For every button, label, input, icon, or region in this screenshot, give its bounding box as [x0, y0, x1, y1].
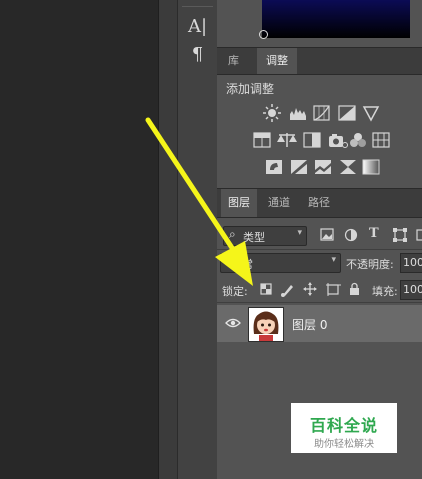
layer-name[interactable]: 图层 0	[292, 316, 327, 333]
paragraph-panel-icon[interactable]: ¶	[178, 44, 217, 65]
divider	[217, 249, 422, 250]
eye-icon[interactable]	[225, 318, 241, 328]
character-panel-icon[interactable]: A|	[178, 16, 217, 37]
lock-label: 锁定:	[222, 285, 248, 298]
levels-icon[interactable]	[290, 108, 306, 120]
fill-label: 填充:	[372, 285, 398, 298]
watermark-title: 百科全说	[309, 416, 378, 435]
watermark-badge: 百科全说 助你轻松解决	[291, 403, 397, 453]
shape-layer-filter-icon[interactable]	[393, 228, 407, 242]
tab-library[interactable]: 库	[217, 48, 250, 74]
opacity-label: 不透明度:	[346, 258, 394, 271]
chevron-down-icon: ▾	[297, 228, 302, 238]
pixel-layer-filter-icon[interactable]	[320, 228, 334, 241]
tab-paths[interactable]: 路径	[301, 189, 337, 217]
layer-filter-icons-2	[393, 228, 422, 242]
girl-avatar-thumbnail	[253, 311, 279, 341]
color-picker-field[interactable]	[262, 0, 410, 38]
adjustments-row-1	[263, 104, 380, 122]
document-canvas[interactable]	[0, 0, 158, 479]
layer-filter-value: 类型	[243, 231, 265, 244]
fill-input[interactable]: 100	[400, 280, 422, 300]
type-layer-filter-icon[interactable]: T	[369, 226, 379, 241]
lock-icons	[260, 282, 359, 297]
adjustments-row-3	[266, 159, 380, 175]
watermark-subtitle: 助你轻松解决	[314, 439, 374, 450]
layer-thumbnail	[248, 307, 284, 342]
chevron-down-icon: ▾	[331, 255, 336, 265]
threshold-icon[interactable]	[315, 160, 331, 174]
tab-channels[interactable]: 通道	[261, 189, 297, 217]
search-icon: ⌕	[229, 227, 236, 241]
lock-position-icon[interactable]	[303, 282, 317, 296]
posterize-icon[interactable]	[291, 160, 307, 174]
photo-filter-icon[interactable]	[329, 134, 348, 148]
panel-icon-strip: A| ¶	[177, 0, 218, 479]
layers-tabbar: 图层 通道 路径	[217, 188, 422, 218]
blend-mode-select[interactable]: 常 ▾	[220, 253, 341, 273]
lock-all-icon[interactable]	[350, 282, 359, 296]
canvas-scroll-edge	[158, 0, 177, 479]
divider	[217, 302, 422, 303]
black-white-icon[interactable]	[303, 132, 321, 148]
color-lookup-icon[interactable]	[372, 132, 390, 148]
adjustments-title: 添加调整	[226, 82, 275, 96]
smart-object-filter-icon[interactable]	[416, 229, 422, 241]
channel-mixer-icon[interactable]	[350, 133, 366, 147]
layer-row[interactable]: 图层 0	[217, 305, 422, 342]
opacity-input[interactable]: 100	[400, 253, 422, 273]
exposure-icon[interactable]	[338, 105, 356, 121]
adjustment-layer-filter-icon[interactable]	[344, 228, 358, 242]
brightness-icon[interactable]	[263, 104, 281, 122]
tab-layers[interactable]: 图层	[221, 189, 257, 217]
strip-divider	[182, 6, 213, 7]
blend-mode-value: 常	[242, 258, 253, 271]
tab-adjustments[interactable]: 调整	[257, 48, 297, 74]
color-balance-icon[interactable]	[277, 133, 297, 147]
invert-icon[interactable]	[266, 160, 282, 174]
color-picker-handle[interactable]	[259, 30, 268, 39]
selective-color-icon[interactable]	[340, 160, 356, 174]
layer-filter-select[interactable]: ⌕ 类型 ▾	[223, 226, 307, 246]
adjustments-tabbar: 库 调整	[217, 47, 422, 75]
adjustments-row-2	[253, 132, 390, 148]
lock-image-pixels-icon[interactable]	[281, 285, 293, 297]
hue-saturation-icon[interactable]	[253, 132, 271, 148]
curves-icon[interactable]	[313, 105, 330, 121]
vibrance-icon[interactable]	[362, 106, 380, 122]
lock-transparent-pixels-icon[interactable]	[260, 283, 272, 295]
gradient-map-icon[interactable]	[362, 159, 380, 175]
artboard-lock-icon[interactable]	[326, 283, 341, 296]
